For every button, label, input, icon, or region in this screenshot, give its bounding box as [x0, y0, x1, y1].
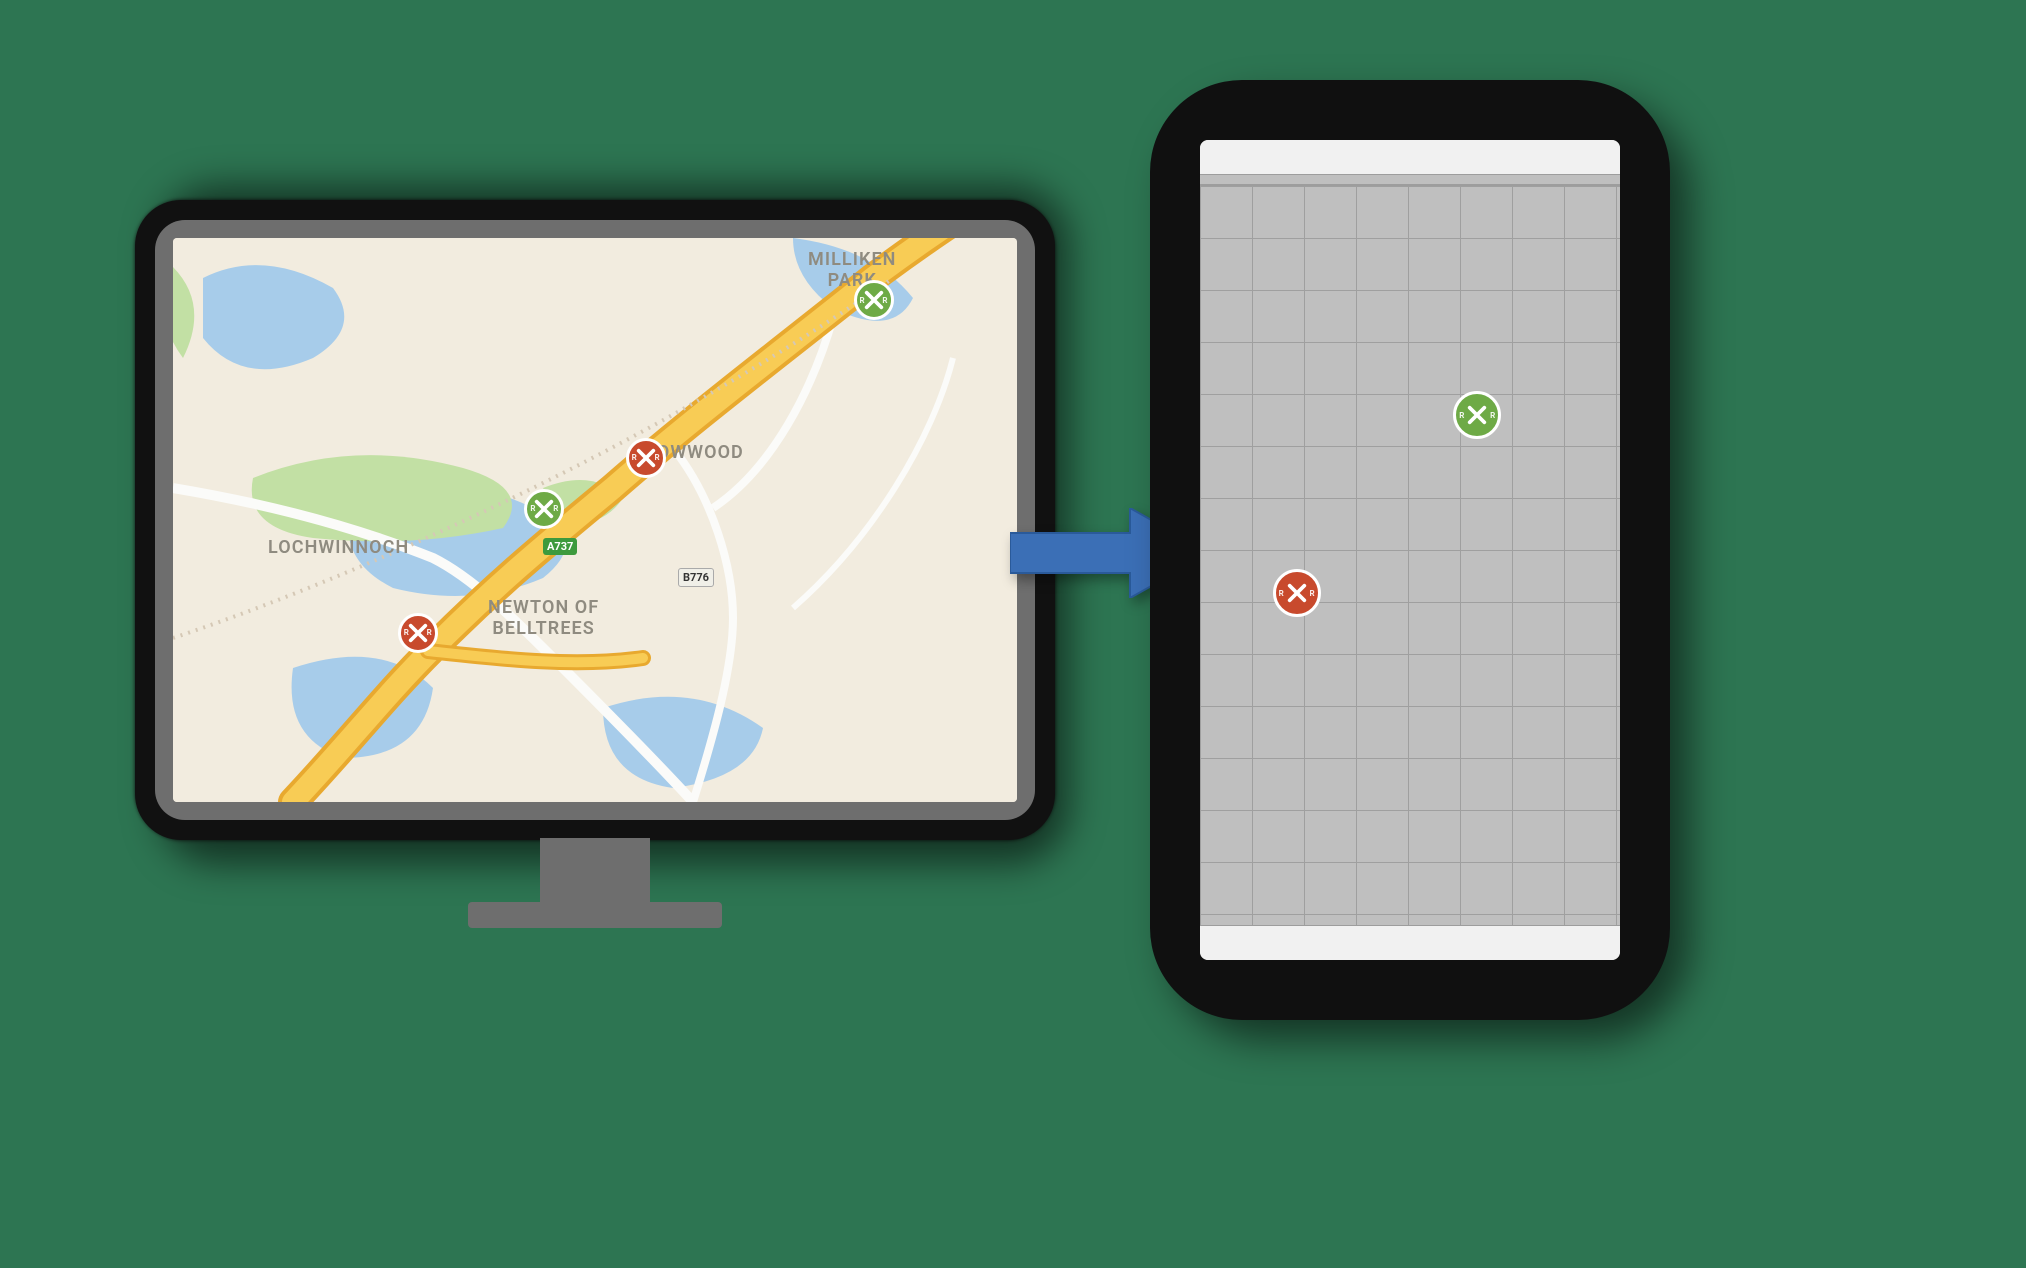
map-label-newton-of-belltrees: NEWTON OF BELLTREES [488, 598, 599, 639]
rail-crossing-open-icon[interactable]: RR [854, 280, 894, 320]
phone-grid-canvas[interactable]: RR RR [1200, 186, 1620, 926]
map-canvas[interactable]: MILLIKEN PARK HOWWOOD LOCHWINNOCH NEWTON… [173, 238, 1017, 802]
map-tiles [173, 238, 1017, 802]
road-shield-a737: A737 [543, 538, 577, 555]
phone-home-bar [1200, 925, 1620, 960]
mobile-map-screen[interactable]: RR RR [1200, 140, 1620, 960]
rail-crossing-closed-icon[interactable]: RR [626, 438, 666, 478]
rail-crossing-open-icon[interactable]: RR [524, 489, 564, 529]
rail-crossing-closed-icon[interactable]: RR [398, 613, 438, 653]
desktop-monitor-neck [540, 838, 650, 908]
road-shield-b776: B776 [678, 568, 714, 587]
desktop-monitor-base [468, 902, 722, 928]
rail-crossing-closed-icon[interactable]: RR [1273, 569, 1321, 617]
map-label-lochwinnoch: LOCHWINNOCH [268, 538, 409, 559]
desktop-map-screen[interactable]: MILLIKEN PARK HOWWOOD LOCHWINNOCH NEWTON… [173, 238, 1017, 802]
phone-status-bar [1200, 140, 1620, 175]
rail-crossing-open-icon[interactable]: RR [1453, 391, 1501, 439]
